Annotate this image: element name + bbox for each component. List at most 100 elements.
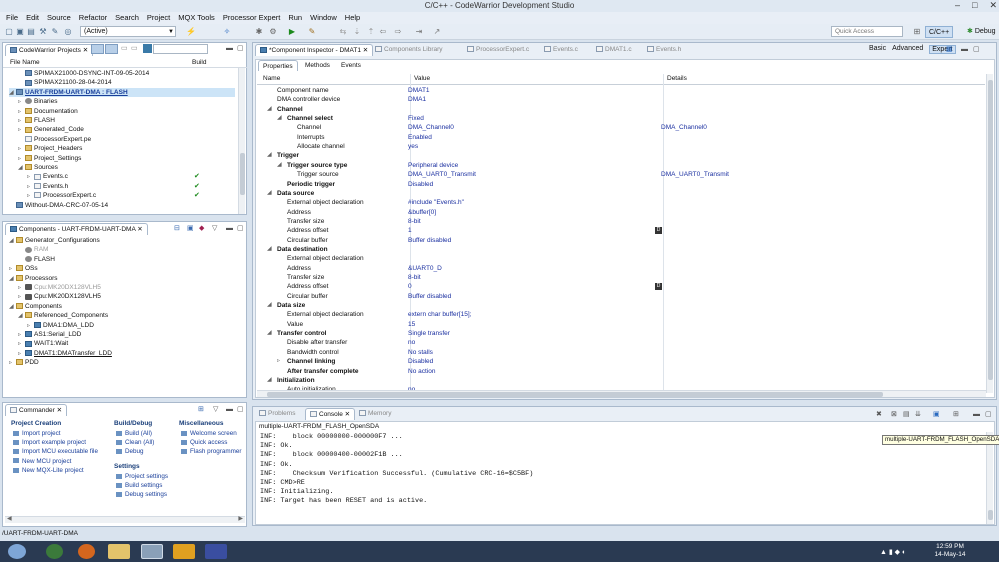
quick-access-input[interactable]: Quick Access <box>831 26 903 37</box>
property-row[interactable]: Disable after transfer no <box>257 338 985 347</box>
external-tools-icon[interactable]: ✎ <box>307 27 317 36</box>
close-icon[interactable]: ✕ <box>361 47 368 54</box>
property-row[interactable]: Circular buffer Buffer disabled <box>257 236 985 245</box>
close-icon[interactable]: ✕ <box>343 411 350 418</box>
expand-arrow-icon[interactable]: ◢ <box>267 376 272 385</box>
console-vscroll[interactable] <box>986 432 993 524</box>
component-tree-item[interactable]: ▹ OSs <box>9 264 38 273</box>
tree-item[interactable]: ◢ UART-FRDM-UART-DMA : FLASH <box>9 87 235 97</box>
maximize-button[interactable]: □ <box>972 0 977 11</box>
console-tab-problems[interactable]: Problems <box>255 408 299 420</box>
property-row[interactable]: Component name DMAT1 <box>257 86 985 95</box>
expand-icon[interactable]: ↗ <box>432 27 442 36</box>
component-tree-item[interactable]: ◢ Processors <box>9 274 58 283</box>
view-menu-icon[interactable]: ▽ <box>212 224 217 233</box>
menu-search[interactable]: Search <box>111 12 143 24</box>
component-tree-item[interactable]: ▹ Cpu:MK20DX128VLH5 <box>18 283 101 292</box>
close-icon[interactable]: ✕ <box>57 407 62 414</box>
maximize-icon[interactable]: ▢ <box>237 44 244 53</box>
property-value[interactable]: extern char buffer[15]; <box>408 310 471 319</box>
tree-item[interactable]: ▹ Events.h ✔ <box>27 182 200 191</box>
property-row[interactable]: ◢ Trigger <box>257 151 985 160</box>
target-icon[interactable]: ◎ <box>63 27 73 36</box>
property-value[interactable]: 0 <box>408 282 412 291</box>
tab-components[interactable]: Components - UART-FRDM-UART-DMA ✕ <box>5 223 148 235</box>
subtab-events[interactable]: Events <box>337 60 365 71</box>
menu-mqx-tools[interactable]: MQX Tools <box>174 12 219 24</box>
link-editor-icon[interactable] <box>105 44 118 54</box>
clear-console-icon[interactable]: ▤ <box>903 410 910 419</box>
property-value[interactable]: DMA1 <box>408 95 426 104</box>
property-value[interactable]: Fixed <box>408 114 424 123</box>
decimal-format-button[interactable]: D <box>655 283 662 291</box>
remove-launch-icon[interactable]: ⊠ <box>891 410 897 419</box>
expand-arrow-icon[interactable]: ◢ <box>18 312 25 321</box>
minimize-icon[interactable]: ▬ <box>961 45 968 54</box>
commander-hscroll[interactable]: ◀ ▶ <box>5 516 245 523</box>
tree-item[interactable]: ◢ Sources <box>18 163 58 172</box>
menu-edit[interactable]: Edit <box>22 12 43 24</box>
tree-item[interactable]: ▹ Project_Headers <box>18 144 82 153</box>
commander-link[interactable]: Quick access <box>181 439 227 446</box>
paint-icon[interactable] <box>205 544 227 559</box>
build-icon[interactable]: ⚒ <box>38 27 48 36</box>
inspector-vscroll[interactable] <box>986 74 993 393</box>
property-row[interactable]: ◢ Channel <box>257 105 985 114</box>
menu-file[interactable]: File <box>2 12 22 24</box>
editor-tab[interactable]: Events.h <box>643 44 685 56</box>
expand-arrow-icon[interactable]: ◢ <box>277 161 282 170</box>
maximize-icon[interactable]: ▢ <box>973 45 980 54</box>
open-perspective-icon[interactable]: ⊞ <box>912 27 922 36</box>
chrome-icon[interactable] <box>46 544 63 559</box>
maximize-icon[interactable]: ▢ <box>237 405 244 414</box>
commander-link[interactable]: Build (All) <box>116 430 152 437</box>
tree-item[interactable]: SPIMAX21100-28-04-2014 <box>18 78 112 87</box>
minimize-icon[interactable]: ▬ <box>226 224 233 233</box>
tree-item[interactable]: ▹ Project_Settings <box>18 154 81 163</box>
property-row[interactable]: ◢ Data source <box>257 189 985 198</box>
commander-link[interactable]: New MCU project <box>13 458 71 465</box>
component-tree-item[interactable]: ◢ Referenced_Components <box>18 311 108 320</box>
component-tree-item[interactable]: RAM <box>18 245 48 254</box>
menu-processor-expert[interactable]: Processor Expert <box>219 12 285 24</box>
tree-item[interactable]: ProcessorExpert.pe <box>18 135 91 144</box>
generate-code-icon[interactable]: ◆ <box>199 224 204 233</box>
editor-tab[interactable]: Events.c <box>540 44 582 56</box>
wand-icon[interactable]: ✧ <box>222 27 232 36</box>
minimize-button[interactable]: – <box>955 0 960 11</box>
property-value[interactable]: DMAT1 <box>408 86 430 95</box>
commander-link[interactable]: Import project <box>13 430 61 437</box>
property-row[interactable]: Transfer size 8-bit <box>257 273 985 282</box>
expand-arrow-icon[interactable]: ◢ <box>9 237 16 246</box>
settings-icon[interactable]: ✎ <box>50 27 60 36</box>
commander-section-title[interactable]: Miscellaneous <box>179 420 223 427</box>
perspective-cpp[interactable]: C/C++ <box>925 26 954 38</box>
commander-link[interactable]: Project settings <box>116 473 168 480</box>
view-menu-icon[interactable]: ▽ <box>213 405 218 414</box>
property-value[interactable]: DMA_Channel0 <box>408 123 454 132</box>
close-icon[interactable]: ✕ <box>137 226 142 233</box>
menu-refactor[interactable]: Refactor <box>75 12 111 24</box>
property-row[interactable]: Trigger source DMA_UART0_Transmit DMA_UART… <box>257 170 985 179</box>
clock[interactable]: 12:59 PM 14-May-14 <box>930 543 970 559</box>
commander-link[interactable]: Clean (All) <box>116 439 154 446</box>
processor-expert-icon[interactable] <box>143 44 152 53</box>
console-tab-console[interactable]: Console ✕ <box>305 408 356 420</box>
property-row[interactable]: Allocate channel yes <box>257 142 985 151</box>
component-tree-item[interactable]: FLASH <box>18 255 55 264</box>
mode-basic[interactable]: Basic <box>869 45 886 54</box>
firefox-icon[interactable] <box>78 544 95 559</box>
forward-icon[interactable]: ⇨ <box>393 27 403 36</box>
minimize-icon[interactable]: ▬ <box>226 405 233 414</box>
scrollbar-thumb[interactable] <box>240 153 245 195</box>
scrollbar-thumb[interactable] <box>988 510 993 520</box>
property-value[interactable]: 1 <box>408 226 412 235</box>
property-value[interactable]: Buffer disabled <box>408 292 451 301</box>
commander-link[interactable]: Build settings <box>116 482 162 489</box>
component-tree-item[interactable]: ▹ DMAT1:DMATransfer_LDD <box>18 349 112 358</box>
commander-link[interactable]: Debug settings <box>116 491 167 498</box>
property-row[interactable]: External object declaration <box>257 254 985 263</box>
start-button[interactable] <box>8 544 26 559</box>
commander-link[interactable]: Debug <box>116 448 144 455</box>
display-console-icon[interactable]: ▣ <box>933 410 940 419</box>
